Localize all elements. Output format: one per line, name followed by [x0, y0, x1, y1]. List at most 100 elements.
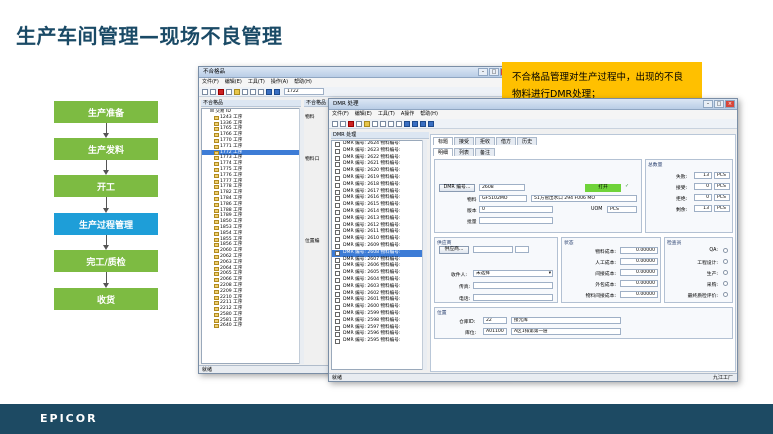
list-item[interactable]: DMR 编号: 2615 物料编号:	[332, 202, 426, 209]
cost-value[interactable]: 0.00000	[620, 247, 658, 254]
maximize-button[interactable]: □	[714, 100, 724, 108]
minimize-button[interactable]: –	[478, 68, 488, 76]
paste-icon[interactable]	[258, 88, 264, 95]
tab[interactable]: 借方	[496, 137, 517, 145]
menu-item[interactable]: 文件(F)	[332, 110, 349, 119]
inspector-radio[interactable]	[723, 270, 728, 275]
menu-item[interactable]: 工具(T)	[378, 110, 395, 119]
total-value[interactable]: 0	[694, 183, 712, 190]
transaction-tree[interactable]: ⊟ 交易 ID 1243 工序 1336 工序 1765 工序 1766 工序 1770…	[201, 108, 301, 364]
list-item[interactable]: DMR 编号: 2598 物料编号:	[332, 318, 426, 325]
new-icon[interactable]	[202, 88, 208, 95]
new-icon[interactable]	[332, 120, 338, 127]
list-item[interactable]: DMR 编号: 2605 物料编号:	[332, 270, 426, 277]
save-icon[interactable]	[340, 120, 346, 127]
supplier-name-field[interactable]	[515, 246, 529, 253]
phone-field[interactable]	[473, 294, 553, 301]
list-item[interactable]: DMR 编号: 2619 物料编号:	[332, 175, 426, 182]
bin-code-field[interactable]: A01100	[483, 328, 507, 335]
tab[interactable]: 标题	[433, 137, 454, 145]
list-item[interactable]: DMR 编号: 2600 物料编号:	[332, 304, 426, 311]
part-number-field[interactable]: GF5102MO	[479, 195, 527, 202]
undo-icon[interactable]	[396, 120, 402, 127]
list-item[interactable]: DMR 编号: 2609 物料编号:	[332, 243, 426, 250]
print-icon[interactable]	[356, 120, 362, 127]
total-uom[interactable]: PCS	[714, 205, 730, 212]
nav-prev-icon[interactable]	[274, 88, 280, 95]
part-description-field[interactable]: 51方管出水口 294 F006 MO	[531, 195, 637, 202]
total-value[interactable]: 13	[694, 172, 712, 179]
cost-value[interactable]: 0.00000	[620, 291, 658, 298]
paste-icon[interactable]	[388, 120, 394, 127]
cost-value[interactable]: 0.00000	[620, 258, 658, 265]
tab[interactable]: 历史	[517, 137, 538, 145]
list-item[interactable]: DMR 编号: 2599 物料编号:	[332, 311, 426, 318]
cut-icon[interactable]	[242, 88, 248, 95]
total-value[interactable]: 13	[694, 205, 712, 212]
list-item[interactable]: DMR 编号: 2603 物料编号:	[332, 284, 426, 291]
tab[interactable]: 明细	[433, 148, 454, 156]
delete-icon[interactable]	[218, 88, 224, 95]
uom-field[interactable]: PCS	[607, 206, 637, 213]
dmr-titlebar[interactable]: DMR 处理 – □ ×	[329, 99, 737, 110]
inspector-radio[interactable]	[723, 292, 728, 297]
dmr-window[interactable]: DMR 处理 – □ × 文件(F) 编辑(E) 工具(T) A操作 帮助(H) DMR…	[328, 98, 738, 382]
dmr-number-field[interactable]: 2608	[479, 184, 525, 191]
copy-icon[interactable]	[250, 88, 256, 95]
menu-item[interactable]: 编辑(E)	[355, 110, 372, 119]
maximize-button[interactable]: □	[489, 68, 499, 76]
menu-item[interactable]: 操作(A)	[271, 78, 288, 87]
list-item[interactable]: DMR 编号: 2618 物料编号:	[332, 182, 426, 189]
save-icon[interactable]	[210, 88, 216, 95]
dmr-list[interactable]: DMR 编号: 2624 物料编号: DMR 编号: 2623 物料编号: DMR …	[331, 140, 427, 370]
total-uom[interactable]: PCS	[714, 194, 730, 201]
menu-item[interactable]: 工具(T)	[248, 78, 265, 87]
nav-first-icon[interactable]	[266, 88, 272, 95]
menu-item[interactable]: 编辑(E)	[225, 78, 242, 87]
attach-icon[interactable]	[364, 120, 370, 127]
menu-item[interactable]: 帮助(H)	[294, 78, 312, 87]
list-item[interactable]: DMR 编号: 2624 物料编号:	[332, 141, 426, 148]
list-item[interactable]: DMR 编号: 2608 物料编号:	[332, 249, 426, 257]
total-value[interactable]: 0	[694, 194, 712, 201]
list-item[interactable]: DMR 编号: 2620 物料编号:	[332, 168, 426, 175]
cut-icon[interactable]	[372, 120, 378, 127]
revision-field[interactable]: 0	[479, 206, 553, 213]
print-icon[interactable]	[226, 88, 232, 95]
cost-value[interactable]: 0.00000	[620, 280, 658, 287]
total-uom[interactable]: PCS	[714, 172, 730, 179]
tab[interactable]: 接受	[454, 137, 475, 145]
tab[interactable]: 列表	[454, 148, 475, 156]
supplier-button[interactable]: 供应商...	[439, 246, 469, 254]
minimize-button[interactable]: –	[703, 100, 713, 108]
nav-prev-icon[interactable]	[412, 120, 418, 127]
total-uom[interactable]: PCS	[714, 183, 730, 190]
list-item[interactable]: DMR 编号: 2613 物料编号:	[332, 216, 426, 223]
nav-next-icon[interactable]	[420, 120, 426, 127]
list-item[interactable]: DMR 编号: 2614 物料编号:	[332, 209, 426, 216]
copy-icon[interactable]	[380, 120, 386, 127]
nav-last-icon[interactable]	[428, 120, 434, 127]
inspector-radio[interactable]	[723, 281, 728, 286]
batch-field[interactable]	[479, 217, 553, 224]
inspector-radio[interactable]	[723, 259, 728, 264]
cost-value[interactable]: 0.00000	[620, 269, 658, 276]
inspector-radio[interactable]	[723, 248, 728, 253]
tree-item[interactable]: 2640 工序	[202, 323, 300, 329]
menu-item[interactable]: A操作	[401, 110, 414, 119]
dmr-number-button[interactable]: DMR 编号...	[439, 184, 475, 192]
list-item[interactable]: DMR 编号: 2610 物料编号:	[332, 236, 426, 243]
bin-name-field[interactable]: A区1排第第一层	[511, 328, 621, 335]
close-button[interactable]: ×	[725, 100, 735, 108]
supplier-field[interactable]	[473, 246, 513, 253]
menu-item[interactable]: 文件(F)	[202, 78, 219, 87]
tab[interactable]: 备注	[475, 148, 496, 156]
menu-item[interactable]: 帮助(H)	[420, 110, 438, 119]
receiver-select[interactable]: 未选择 ▾	[473, 270, 553, 277]
tree-scrollbar[interactable]	[299, 108, 304, 364]
list-scrollbar[interactable]	[422, 140, 427, 370]
list-item[interactable]: DMR 编号: 2623 物料编号:	[332, 148, 426, 155]
warehouse-code-field[interactable]: 22	[483, 317, 507, 324]
search-input[interactable]: 1722	[284, 88, 324, 95]
fax-field[interactable]	[473, 282, 553, 289]
